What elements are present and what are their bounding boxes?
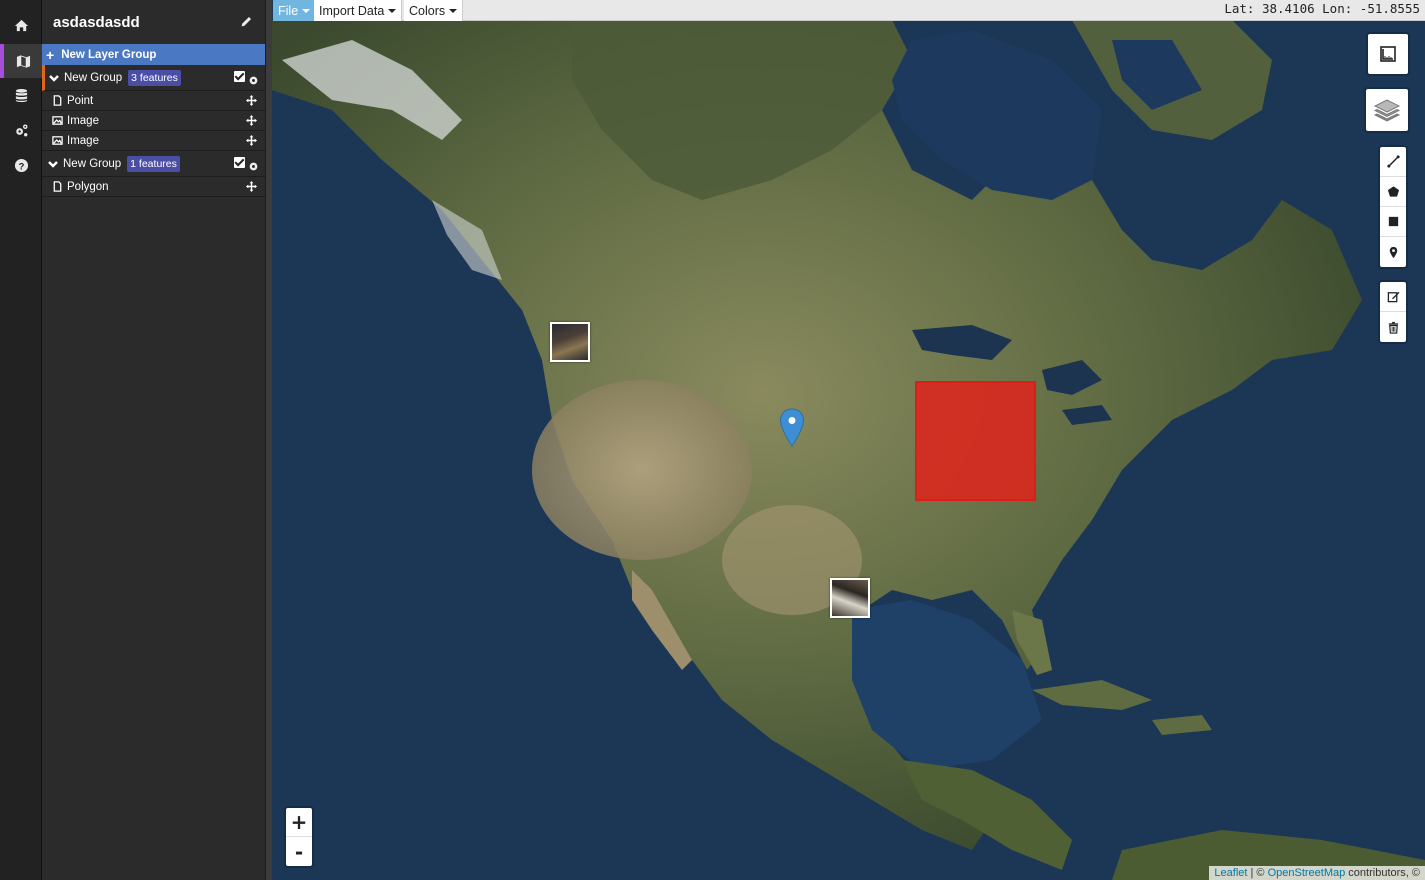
polygon-icon [1387,186,1399,197]
satellite-basemap [272,0,1425,880]
gear-icon[interactable] [248,161,259,172]
layer-item-label: Image [67,134,99,147]
group-label: New Group [64,71,123,84]
home-icon [14,19,28,31]
cursor-coordinates: Lat: 38.4106 Lon: -51.8555 [1224,1,1420,16]
draw-toolbar [1378,145,1408,269]
layer-item-label: Point [67,94,94,107]
project-title: asdasdasdd [53,13,140,31]
chevron-down-icon[interactable] [49,73,59,83]
menu-bar: File Import Data Colors Lat: 38.4106 Lon… [273,0,1425,21]
map-button[interactable] [0,44,42,78]
leaflet-link[interactable]: Leaflet [1214,867,1247,879]
zoom-control: + - [284,806,314,868]
colors-menu-label: Colors [409,3,446,18]
attribution-rest: contributors, © [1345,867,1420,879]
osm-link[interactable]: OpenStreetMap [1268,867,1346,879]
new-layer-group-label: New Layer Group [61,48,157,61]
home-button[interactable] [0,8,42,42]
settings-button[interactable] [0,113,42,147]
delete-layers-button[interactable] [1380,312,1406,342]
measure-control[interactable] [1366,32,1410,76]
move-icon[interactable] [246,95,257,106]
image-marker[interactable] [830,578,870,618]
import-data-label: Import Data [319,3,385,18]
file-menu-label: File [278,3,299,18]
draw-rectangle-button[interactable] [1380,207,1406,237]
image-icon [52,115,63,126]
zoom-in-button[interactable]: + [286,808,312,837]
marker-icon [1389,246,1397,258]
layer-item-label: Polygon [67,180,109,193]
gears-icon [15,124,27,136]
layer-item[interactable]: Point [42,91,265,111]
map-attribution: Leaflet | © OpenStreetMap contributors, … [1209,866,1425,880]
ruler-icon [1380,46,1396,62]
image-marker[interactable] [550,322,590,362]
draw-marker-button[interactable] [1380,237,1406,267]
file-menu[interactable]: File [273,0,317,21]
edit-layers-button[interactable] [1380,282,1406,312]
edit-title-button[interactable] [240,15,253,28]
layer-item[interactable]: Image [42,131,265,151]
layer-panel: asdasdasdd + New Layer Group New Group 3… [42,0,266,880]
plus-icon: + [46,46,55,63]
point-marker[interactable] [779,408,805,448]
draw-polygon-button[interactable] [1380,177,1406,207]
layer-item-label: Image [67,114,99,127]
attribution-separator: | © [1247,867,1268,879]
map-icon [16,54,30,68]
pencil-icon [241,16,252,27]
question-icon: ? [14,158,28,172]
edit-icon [1387,291,1400,303]
layers-icon [1373,99,1401,122]
move-icon[interactable] [246,181,257,192]
file-icon [52,181,63,192]
image-icon [52,135,63,146]
move-icon[interactable] [246,115,257,126]
chevron-down-icon[interactable] [48,159,58,169]
feature-count-badge: 3 features [128,69,181,86]
polygon-feature[interactable] [915,381,1036,501]
import-data-menu[interactable]: Import Data [314,0,403,21]
layer-group[interactable]: New Group 1 features [42,151,265,177]
draw-polyline-button[interactable] [1380,147,1406,177]
panel-header: asdasdasdd [42,0,265,44]
edit-toolbar [1378,280,1408,344]
marker-pin-icon [779,408,805,447]
database-icon [15,88,27,102]
polyline-icon [1386,155,1400,168]
layer-group[interactable]: New Group 3 features [42,65,265,91]
data-button[interactable] [0,78,42,112]
layer-item[interactable]: Polygon [42,177,265,197]
visibility-checkbox[interactable] [234,157,245,168]
rectangle-icon [1388,216,1398,227]
map-canvas[interactable]: + - Leaflet | © OpenStreetMap contributo… [272,0,1425,880]
help-button[interactable]: ? [0,148,42,182]
layer-item[interactable]: Image [42,111,265,131]
icon-rail: ? [0,0,42,880]
file-icon [52,95,63,106]
group-label: New Group [63,157,122,170]
feature-count-badge: 1 features [127,155,180,172]
new-layer-group-button[interactable]: + New Layer Group [42,44,265,65]
colors-menu[interactable]: Colors [404,0,464,21]
move-icon[interactable] [246,135,257,146]
trash-icon [1388,321,1398,334]
zoom-out-button[interactable]: - [286,837,312,866]
caret-down-icon [449,8,458,13]
svg-text:?: ? [18,161,24,171]
caret-down-icon [302,8,311,13]
visibility-checkbox[interactable] [234,71,245,82]
gear-icon[interactable] [248,75,259,86]
layers-control[interactable] [1364,87,1410,133]
caret-down-icon [388,8,397,13]
